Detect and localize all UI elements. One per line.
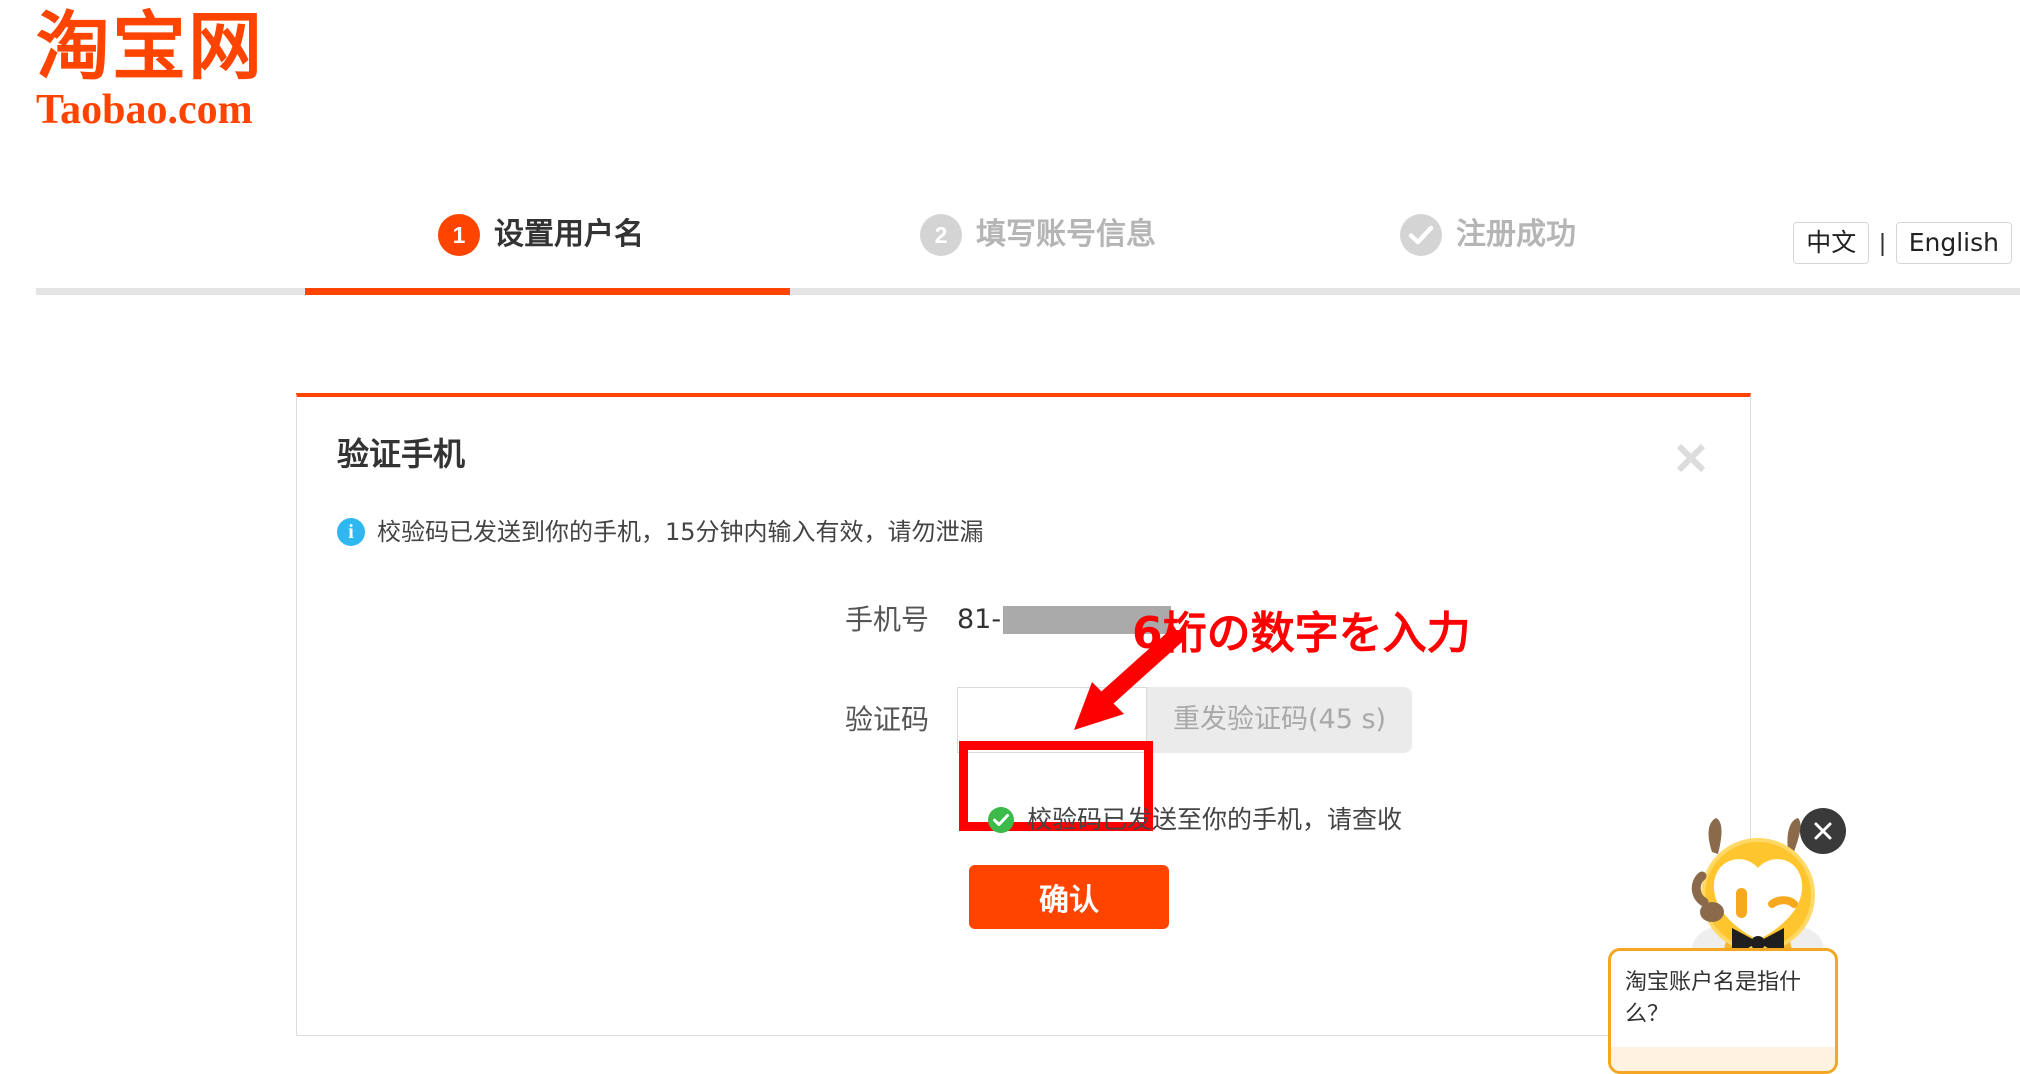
registration-steps: 1 设置用户名 2 填写账号信息 注册成功 <box>0 200 2020 305</box>
verification-code-row: 验证码 重发验证码(45 s) <box>297 687 1752 753</box>
step-2-label: 填写账号信息 <box>976 217 1156 252</box>
language-button-english[interactable]: English <box>1895 222 2012 264</box>
chat-close-icon[interactable] <box>1800 808 1846 854</box>
steps-progress-bar <box>305 288 790 295</box>
phone-label: 手机号 <box>844 603 929 636</box>
verification-code-group: 重发验证码(45 s) <box>957 687 1413 753</box>
step-item-2[interactable]: 2 填写账号信息 <box>920 214 1156 256</box>
dialog-info-line: i 校验码已发送到你的手机，15分钟内输入有效，请勿泄漏 <box>337 517 984 547</box>
dialog-title: 验证手机 <box>337 435 466 473</box>
step-3-check-icon <box>1400 214 1442 256</box>
language-switch: 中文 | English <box>1793 222 2012 264</box>
resend-code-button[interactable]: 重发验证码(45 s) <box>1147 687 1413 753</box>
verification-code-input[interactable] <box>957 687 1147 753</box>
logo-english-text: Taobao.com <box>36 87 253 133</box>
chat-widget: 淘宝账户名是指什么？ <box>1600 790 2020 1074</box>
step-1-badge: 1 <box>438 214 480 256</box>
language-separator: | <box>1879 229 1886 257</box>
info-icon: i <box>337 518 365 546</box>
dialog-info-text: 校验码已发送到你的手机，15分钟内输入有效，请勿泄漏 <box>377 518 984 546</box>
phone-country-code: 81- <box>957 604 1002 635</box>
steps-row: 1 设置用户名 2 填写账号信息 注册成功 <box>0 200 2020 292</box>
check-circle-icon <box>987 806 1015 834</box>
code-sent-success-line: 校验码已发送至你的手机，请查收 <box>987 805 1402 835</box>
annotation-text: 6桁の数字を入力 <box>1132 608 1471 659</box>
language-button-chinese[interactable]: 中文 <box>1793 222 1870 264</box>
verify-phone-dialog: 验证手机 i 校验码已发送到你的手机，15分钟内输入有效，请勿泄漏 手机号 81… <box>296 393 1751 1036</box>
dialog-close-icon[interactable] <box>1668 435 1714 481</box>
step-3-label: 注册成功 <box>1456 217 1576 252</box>
step-2-badge: 2 <box>920 214 962 256</box>
confirm-button[interactable]: 确认 <box>969 865 1169 929</box>
verification-code-label: 验证码 <box>844 703 929 736</box>
logo-chinese-text: 淘宝网 <box>36 4 264 90</box>
step-item-1[interactable]: 1 设置用户名 <box>438 214 644 256</box>
step-1-label: 设置用户名 <box>494 217 644 252</box>
chat-bubble-footer <box>1611 1047 1835 1071</box>
chat-bubble-text: 淘宝账户名是指什么？ <box>1625 970 1802 1027</box>
code-sent-success-text: 校验码已发送至你的手机，请查收 <box>1027 805 1403 834</box>
step-item-3[interactable]: 注册成功 <box>1400 214 1576 256</box>
taobao-logo[interactable]: 淘宝网 Taobao.com <box>36 8 366 132</box>
page-root: 淘宝网 Taobao.com 1 设置用户名 2 填写账号信息 注册成功 中文 … <box>0 0 2020 1074</box>
chat-bubble[interactable]: 淘宝账户名是指什么？ <box>1608 948 1838 1074</box>
phone-row: 手机号 81- <box>297 603 1752 637</box>
